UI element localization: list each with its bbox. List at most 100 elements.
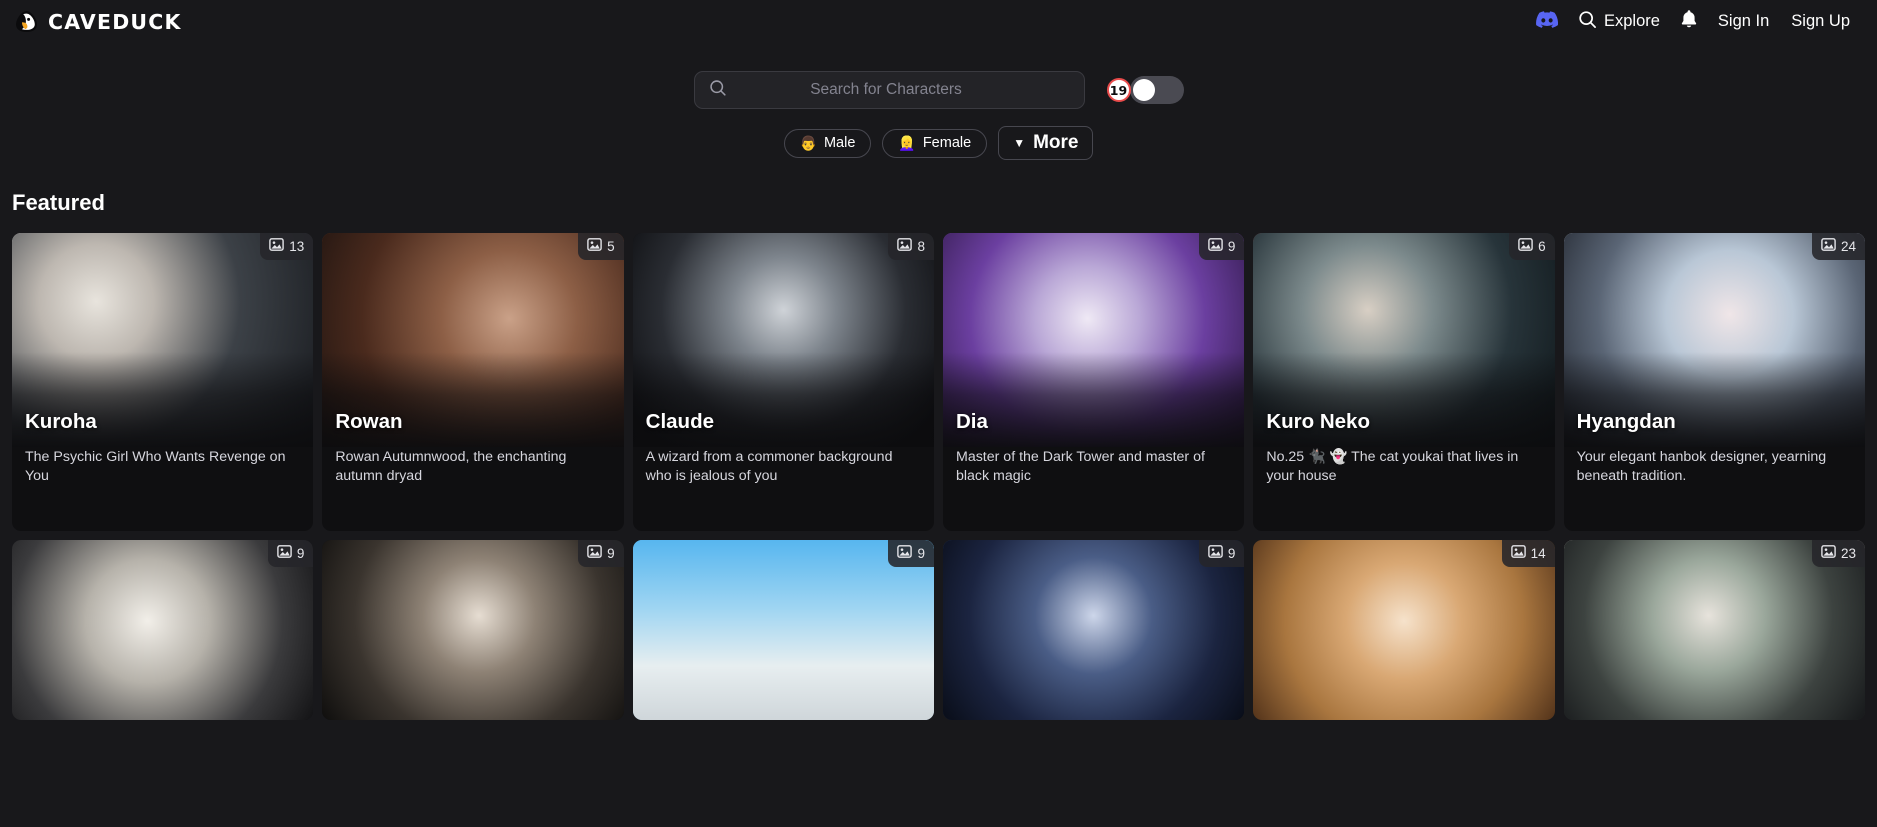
card-artwork bbox=[632, 540, 934, 720]
male-emoji-icon: 👨 bbox=[799, 135, 817, 151]
character-card[interactable]: 9 bbox=[12, 540, 314, 720]
character-card[interactable]: 24 Hyangdan Your elegant hanbok designer… bbox=[1563, 233, 1865, 531]
image-count: 9 bbox=[607, 545, 615, 561]
explore-label: Explore bbox=[1603, 12, 1660, 30]
card-artwork bbox=[1253, 540, 1555, 720]
image-count: 5 bbox=[607, 238, 615, 254]
card-artwork bbox=[322, 540, 624, 720]
search-icon bbox=[1578, 10, 1597, 34]
sign-in-label: Sign In bbox=[1717, 12, 1770, 30]
image-icon bbox=[1510, 545, 1526, 561]
more-filters-label: More bbox=[1033, 132, 1079, 153]
image-count: 9 bbox=[1227, 545, 1236, 561]
image-count-badge: 5 bbox=[578, 233, 624, 260]
character-card[interactable]: 6 Kuro Neko No.25 🐈‍⬛ 👻 The cat youkai t… bbox=[1253, 233, 1555, 531]
character-card[interactable]: 9 bbox=[632, 540, 934, 720]
card-artwork bbox=[12, 540, 314, 720]
filter-female-label: Female bbox=[922, 135, 972, 151]
featured-grid-row-1: 13 Kuroha The Psychic Girl Who Wants Rev… bbox=[0, 233, 1877, 531]
image-icon bbox=[587, 238, 602, 254]
search-section: 19 👨 Male 👱‍♀️ Female ▼ More bbox=[0, 43, 1877, 160]
image-count: 9 bbox=[296, 545, 305, 561]
character-card[interactable]: 5 Rowan Rowan Autumnwood, the enchanting… bbox=[322, 233, 624, 531]
sign-up-label: Sign Up bbox=[1791, 12, 1850, 30]
image-count: 13 bbox=[289, 238, 305, 254]
image-icon bbox=[1821, 545, 1836, 561]
image-count-badge: 9 bbox=[1198, 540, 1245, 567]
character-description: The Psychic Girl Who Wants Revenge on Yo… bbox=[25, 449, 286, 484]
search-input[interactable] bbox=[726, 81, 1070, 99]
image-count-badge: 8 bbox=[888, 233, 934, 260]
character-card[interactable]: 9 bbox=[943, 540, 1245, 720]
image-icon bbox=[277, 545, 292, 561]
character-description: A wizard from a commoner background who … bbox=[645, 449, 893, 484]
character-name: Hyangdan bbox=[1576, 410, 1676, 433]
card-artwork bbox=[943, 233, 1245, 447]
adult-content-toggle-group: 19 bbox=[1106, 76, 1184, 104]
explore-nav-link[interactable]: Explore bbox=[1567, 4, 1671, 40]
toggle-knob bbox=[1132, 79, 1155, 101]
character-card[interactable]: 9 Dia Master of the Dark Tower and maste… bbox=[943, 233, 1245, 531]
image-count-badge: 24 bbox=[1811, 233, 1865, 260]
character-name: Kuro Neko bbox=[1266, 410, 1370, 433]
header-nav: Explore Sign In Sign Up bbox=[1527, 3, 1861, 40]
image-icon bbox=[897, 545, 913, 561]
character-name: Kuroha bbox=[25, 410, 97, 433]
character-description: Rowan Autumnwood, the enchanting autumn … bbox=[335, 449, 567, 484]
character-name: Claude bbox=[645, 410, 715, 433]
adult-content-toggle[interactable] bbox=[1129, 76, 1184, 104]
bell-icon bbox=[1680, 9, 1698, 34]
female-emoji-icon: 👱‍♀️ bbox=[898, 135, 916, 151]
image-icon bbox=[1821, 238, 1836, 254]
image-count: 6 bbox=[1538, 238, 1546, 254]
filter-pill-row: 👨 Male 👱‍♀️ Female ▼ More bbox=[783, 126, 1094, 160]
character-name: Rowan bbox=[335, 410, 403, 433]
search-icon bbox=[709, 79, 727, 102]
image-icon bbox=[1208, 238, 1223, 254]
logo-text: CAVEDUCK bbox=[48, 9, 182, 34]
chevron-down-icon: ▼ bbox=[1013, 136, 1026, 150]
sign-up-button[interactable]: Sign Up bbox=[1780, 6, 1861, 37]
search-row: 19 bbox=[693, 71, 1184, 109]
character-description: Master of the Dark Tower and master of b… bbox=[956, 449, 1205, 484]
image-count: 9 bbox=[1227, 238, 1236, 254]
more-filters-button[interactable]: ▼ More bbox=[998, 126, 1094, 160]
character-card[interactable]: 8 Claude A wizard from a commoner backgr… bbox=[632, 233, 934, 531]
character-description: No.25 🐈‍⬛ 👻 The cat youkai that lives in… bbox=[1266, 449, 1519, 484]
discord-link[interactable] bbox=[1527, 5, 1567, 39]
image-count-badge: 9 bbox=[1198, 233, 1245, 260]
filter-male-label: Male bbox=[823, 135, 856, 151]
image-icon bbox=[1208, 545, 1223, 561]
duck-logo-icon bbox=[14, 9, 39, 34]
image-icon bbox=[1518, 238, 1533, 254]
image-count-badge: 9 bbox=[267, 540, 314, 567]
image-icon bbox=[897, 238, 913, 254]
age-rating-badge[interactable]: 19 bbox=[1106, 78, 1131, 102]
image-icon bbox=[269, 238, 285, 254]
image-count-badge: 9 bbox=[578, 540, 624, 567]
image-count: 9 bbox=[917, 545, 925, 561]
image-count-badge: 13 bbox=[260, 233, 314, 260]
image-icon bbox=[587, 545, 602, 561]
character-card[interactable]: 23 bbox=[1563, 540, 1865, 720]
discord-icon bbox=[1536, 10, 1558, 33]
top-header: CAVEDUCK Explore Sign In Sign Up bbox=[0, 0, 1877, 43]
filter-male[interactable]: 👨 Male bbox=[783, 128, 872, 158]
character-card[interactable]: 14 bbox=[1253, 540, 1555, 720]
featured-grid-row-2: 9 9 9 9 14 23 bbox=[0, 540, 1877, 720]
character-name: Dia bbox=[956, 410, 988, 433]
card-artwork bbox=[1563, 540, 1865, 720]
card-artwork bbox=[943, 540, 1245, 720]
search-input-wrapper[interactable] bbox=[693, 71, 1085, 109]
image-count-badge: 14 bbox=[1501, 540, 1555, 567]
image-count: 8 bbox=[917, 238, 925, 254]
filter-female[interactable]: 👱‍♀️ Female bbox=[882, 128, 988, 158]
character-card[interactable]: 13 Kuroha The Psychic Girl Who Wants Rev… bbox=[12, 233, 314, 531]
sign-in-button[interactable]: Sign In bbox=[1707, 6, 1780, 37]
character-card[interactable]: 9 bbox=[322, 540, 624, 720]
image-count: 23 bbox=[1840, 545, 1856, 561]
image-count-badge: 23 bbox=[1811, 540, 1865, 567]
featured-heading: Featured bbox=[12, 190, 105, 215]
logo-home-link[interactable]: CAVEDUCK bbox=[14, 9, 182, 34]
notifications-button[interactable] bbox=[1671, 3, 1707, 40]
